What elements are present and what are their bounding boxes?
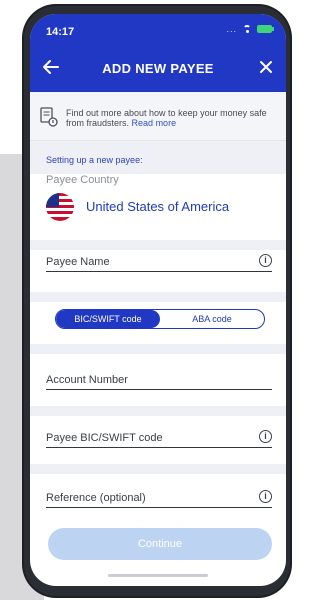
section-divider xyxy=(30,406,286,416)
field-underline xyxy=(46,447,272,448)
code-type-toggle: BIC/SWIFT code ABA code xyxy=(55,309,265,329)
section-caption: Setting up a new payee: xyxy=(30,141,286,174)
payee-name-field[interactable]: Payee Name i xyxy=(46,250,272,272)
status-icons: ... xyxy=(226,24,274,34)
payee-name-placeholder: Payee Name xyxy=(46,256,110,268)
country-select[interactable]: United States of America xyxy=(86,199,229,214)
page-title: ADD NEW PAYEE xyxy=(102,61,214,76)
nav-bar: ADD NEW PAYEE xyxy=(30,48,286,86)
payee-bic-placeholder: Payee BIC/SWIFT code xyxy=(46,432,163,444)
account-number-placeholder: Account Number xyxy=(46,374,128,386)
document-shield-icon xyxy=(40,107,58,127)
payee-bic-field[interactable]: Payee BIC/SWIFT code i xyxy=(46,426,272,448)
country-label: Payee Country xyxy=(46,174,119,186)
field-underline xyxy=(46,507,272,508)
field-underline xyxy=(46,389,272,390)
wifi-icon xyxy=(242,25,252,33)
field-underline xyxy=(46,271,272,272)
reference-field[interactable]: Reference (optional) i xyxy=(46,486,272,508)
section-divider xyxy=(30,464,286,474)
us-flag-icon[interactable] xyxy=(46,193,74,221)
toggle-bic-swift[interactable]: BIC/SWIFT code xyxy=(56,310,160,328)
home-indicator xyxy=(108,574,208,577)
status-time: 14:17 xyxy=(46,26,75,38)
toggle-aba[interactable]: ABA code xyxy=(160,310,264,328)
close-button[interactable] xyxy=(252,54,280,80)
read-more-link[interactable]: Read more xyxy=(132,118,177,128)
info-icon[interactable]: i xyxy=(259,254,272,267)
phone-screen: 14:17 ... ADD NEW PAYEE Find out more ab… xyxy=(30,14,286,586)
battery-icon xyxy=(257,25,274,33)
section-divider xyxy=(30,292,286,302)
section-divider xyxy=(30,240,286,250)
banner-text-block: Find out more about how to keep your mon… xyxy=(66,108,281,128)
section-divider xyxy=(30,344,286,354)
reference-placeholder: Reference (optional) xyxy=(46,492,146,504)
status-bar: 14:17 ... xyxy=(30,14,286,46)
info-icon[interactable]: i xyxy=(259,490,272,503)
status-dots: ... xyxy=(226,24,237,34)
account-number-field[interactable]: Account Number xyxy=(46,368,272,390)
info-icon[interactable]: i xyxy=(259,430,272,443)
fraud-info-banner: Find out more about how to keep your mon… xyxy=(30,92,286,141)
app-header: 14:17 ... ADD NEW PAYEE xyxy=(30,14,286,92)
close-icon xyxy=(260,61,272,73)
continue-button[interactable]: Continue xyxy=(48,528,272,560)
